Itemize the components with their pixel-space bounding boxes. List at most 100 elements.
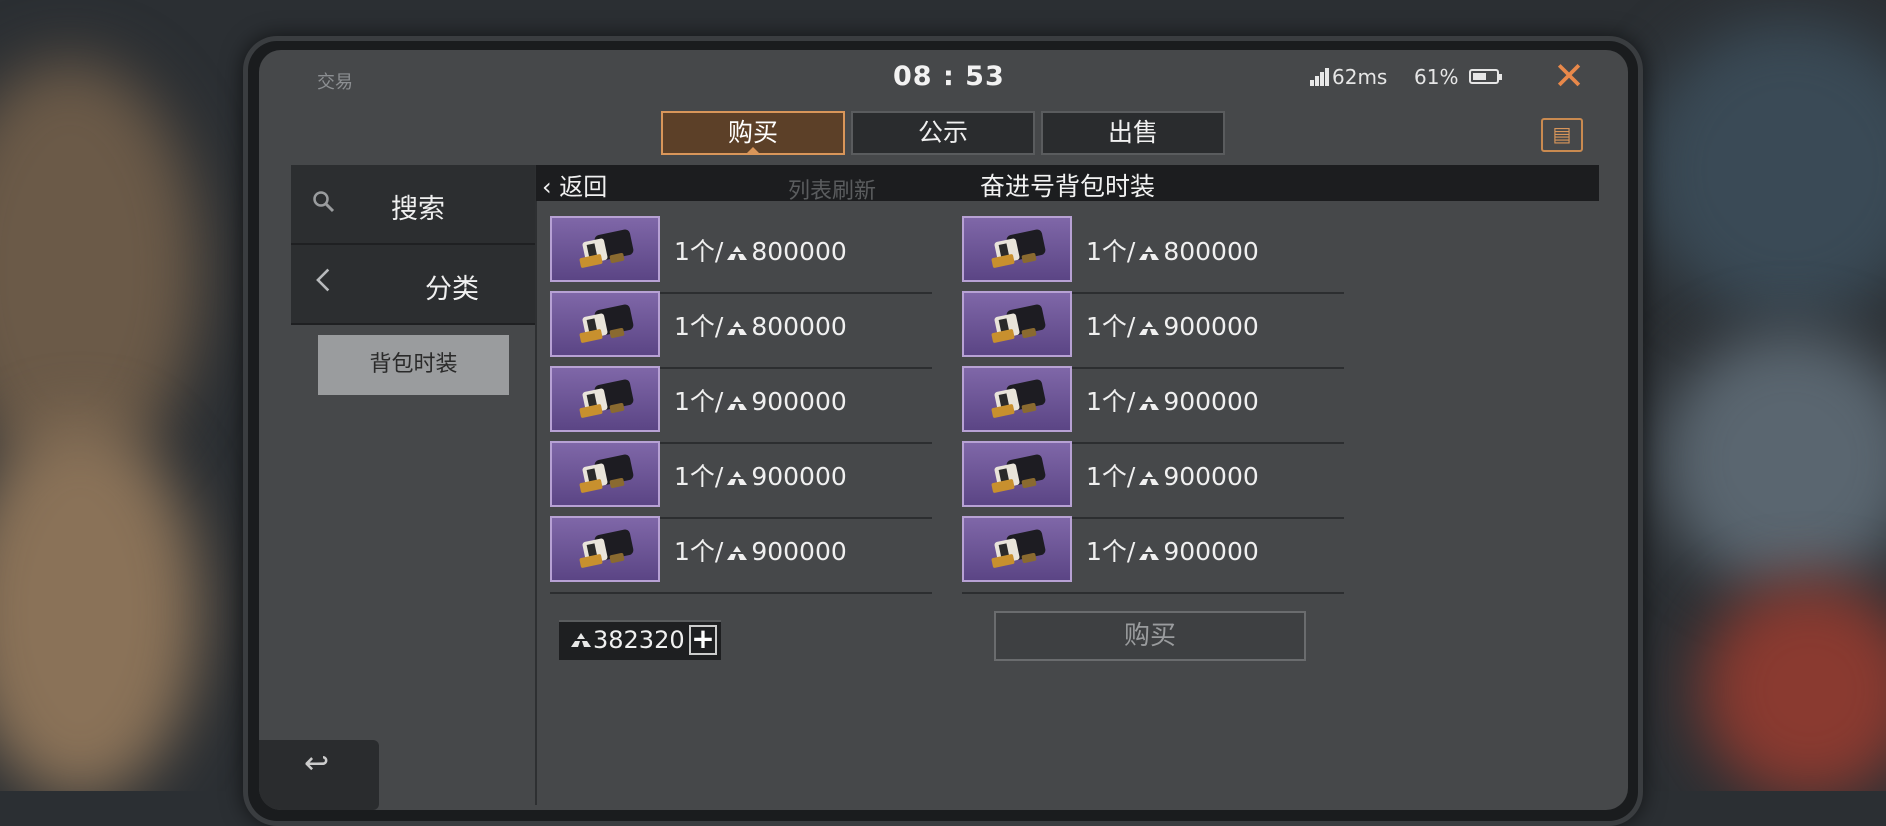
- item-price-value: 900000: [751, 462, 847, 491]
- tab-sell[interactable]: 出售: [1041, 111, 1225, 155]
- app-title: 交易: [317, 72, 353, 93]
- item-price: 1个/800000: [674, 232, 847, 268]
- item-thumbnail: [550, 516, 660, 582]
- item-price-value: 900000: [751, 387, 847, 416]
- listing-item[interactable]: 1个/900000: [550, 441, 932, 519]
- listing-item[interactable]: 1个/800000: [550, 216, 932, 294]
- listing-item[interactable]: 1个/900000: [962, 516, 1344, 594]
- item-price: 1个/900000: [1086, 532, 1259, 568]
- backpack-skin-icon: [991, 379, 1046, 418]
- currency-icon: [1139, 471, 1160, 485]
- listing-item[interactable]: 1个/800000: [550, 291, 932, 369]
- add-currency-button[interactable]: +: [689, 625, 717, 655]
- item-price-value: 900000: [1163, 312, 1259, 341]
- item-price-value: 900000: [1163, 387, 1259, 416]
- item-quantity: 1个/: [1086, 537, 1136, 566]
- item-price: 1个/800000: [674, 307, 847, 343]
- currency-icon: [1139, 246, 1160, 260]
- item-thumbnail: [550, 291, 660, 357]
- battery-percent: 61%: [1414, 65, 1459, 89]
- item-quantity: 1个/: [1086, 462, 1136, 491]
- currency-icon: [1139, 546, 1160, 560]
- item-thumbnail: [550, 216, 660, 282]
- category-button[interactable]: 分类: [291, 245, 535, 325]
- item-price-value: 800000: [1163, 237, 1259, 266]
- sidebar: 搜索 分类 背包时装: [291, 165, 535, 395]
- currency-icon: [727, 546, 748, 560]
- search-icon: [313, 191, 335, 213]
- item-thumbnail: [962, 516, 1072, 582]
- item-thumbnail: [550, 366, 660, 432]
- tab-announce[interactable]: 公示: [851, 111, 1035, 155]
- item-thumbnail: [962, 366, 1072, 432]
- records-clipboard-icon[interactable]: ▤: [1541, 118, 1583, 152]
- trade-tabs: 购买 公示 出售: [661, 111, 1225, 159]
- ping-value: 62ms: [1332, 65, 1388, 89]
- item-thumbnail: [962, 291, 1072, 357]
- search-button[interactable]: 搜索: [291, 165, 535, 245]
- listing-item[interactable]: 1个/900000: [550, 516, 932, 594]
- item-price: 1个/900000: [674, 457, 847, 493]
- item-thumbnail: [962, 216, 1072, 282]
- listing-item[interactable]: 1个/900000: [962, 366, 1344, 444]
- backpack-skin-icon: [579, 229, 634, 268]
- list-title: 奋进号背包时装: [979, 172, 1155, 201]
- item-thumbnail: [962, 441, 1072, 507]
- signal-icon: [1310, 68, 1330, 86]
- return-button[interactable]: ↩: [259, 740, 379, 810]
- trade-screen: 交易 08 : 53 62ms 61% ✕ 购买 公示 出售 ▤ 搜索 分类 背…: [259, 50, 1628, 810]
- item-quantity: 1个/: [674, 462, 724, 491]
- item-quantity: 1个/: [674, 237, 724, 266]
- backpack-skin-icon: [991, 304, 1046, 343]
- item-quantity: 1个/: [1086, 237, 1136, 266]
- item-price-value: 800000: [751, 237, 847, 266]
- item-price-value: 900000: [1163, 537, 1259, 566]
- currency-icon: [571, 633, 591, 647]
- currency-icon: [727, 471, 748, 485]
- chevron-left-icon: [316, 268, 330, 292]
- category-label: 分类: [425, 274, 479, 305]
- battery-icon: [1469, 69, 1502, 84]
- backpack-skin-icon: [579, 304, 634, 343]
- backpack-skin-icon: [991, 229, 1046, 268]
- backpack-skin-icon: [579, 379, 634, 418]
- subcategory-backpack-skin[interactable]: 背包时装: [318, 335, 509, 395]
- return-icon: ↩: [304, 746, 330, 781]
- currency-icon: [727, 246, 748, 260]
- currency-icon: [1139, 321, 1160, 335]
- item-price-value: 800000: [751, 312, 847, 341]
- list-header: 列表刷新 奋进号背包时装 ‹ 返回: [536, 165, 1599, 204]
- listing-item[interactable]: 1个/900000: [962, 441, 1344, 519]
- item-quantity: 1个/: [1086, 387, 1136, 416]
- item-price: 1个/900000: [1086, 307, 1259, 343]
- item-thumbnail: [550, 441, 660, 507]
- item-quantity: 1个/: [1086, 312, 1136, 341]
- item-quantity: 1个/: [674, 312, 724, 341]
- currency-icon: [1139, 396, 1160, 410]
- item-price: 1个/900000: [1086, 457, 1259, 493]
- listing-item[interactable]: 1个/800000: [962, 216, 1344, 294]
- item-quantity: 1个/: [674, 387, 724, 416]
- back-button[interactable]: ‹ 返回: [542, 167, 607, 202]
- item-quantity: 1个/: [674, 537, 724, 566]
- backpack-skin-icon: [579, 529, 634, 568]
- back-label: 返回: [559, 173, 608, 201]
- buy-button[interactable]: 购买: [994, 611, 1306, 661]
- close-button[interactable]: ✕: [1549, 56, 1589, 96]
- listing-item[interactable]: 1个/900000: [550, 366, 932, 444]
- clock: 08 : 53: [893, 61, 1005, 92]
- listing-item[interactable]: 1个/900000: [962, 291, 1344, 369]
- wallet-balance: 382320 +: [559, 620, 721, 660]
- backpack-skin-icon: [991, 529, 1046, 568]
- item-price: 1个/800000: [1086, 232, 1259, 268]
- item-price-value: 900000: [751, 537, 847, 566]
- backpack-skin-icon: [579, 454, 634, 493]
- tab-buy[interactable]: 购买: [661, 111, 845, 155]
- currency-icon: [727, 321, 748, 335]
- currency-icon: [727, 396, 748, 410]
- status-bar: 交易 08 : 53 62ms 61% ✕: [259, 50, 1628, 106]
- wallet-amount: 382320: [593, 626, 685, 654]
- backpack-skin-icon: [991, 454, 1046, 493]
- item-price: 1个/900000: [674, 532, 847, 568]
- item-price: 1个/900000: [674, 382, 847, 418]
